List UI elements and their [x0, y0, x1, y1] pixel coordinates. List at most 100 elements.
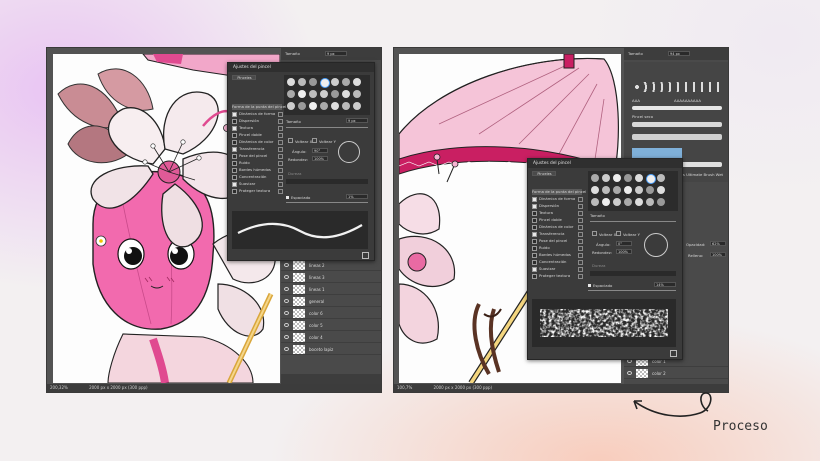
checkbox[interactable] [232, 139, 237, 145]
lock-icon[interactable] [578, 211, 583, 216]
checkbox[interactable] [532, 203, 537, 209]
option-dual-brush[interactable]: Pincel doble [532, 217, 583, 223]
layer-row[interactable]: lineas 2 [281, 260, 381, 271]
left-flip-y[interactable]: Voltear Y [312, 138, 336, 144]
option-color-dynamics[interactable]: Dinámica de color [532, 224, 583, 230]
option-brush-tip-shape[interactable]: Forma de la punta del pincel [232, 104, 286, 110]
brush-preset-pincel-seco[interactable]: Pincel seco [632, 114, 653, 119]
eye-icon[interactable] [284, 275, 289, 279]
checkbox[interactable] [232, 146, 237, 152]
option-wet-edges[interactable]: Bordes húmedos [532, 252, 583, 258]
lock-icon[interactable] [278, 126, 283, 131]
left-spacing-field[interactable]: 1% [346, 194, 368, 199]
option-transfer[interactable]: Transferencia [532, 231, 583, 237]
brush-stroke-sample-selected[interactable] [632, 148, 682, 158]
option-noise[interactable]: Ruido [532, 245, 583, 251]
layer-row[interactable]: lineas 3 [281, 272, 381, 283]
checkbox[interactable] [532, 217, 537, 223]
option-build-up[interactable]: Concentración [232, 174, 283, 180]
option-scattering[interactable]: Dispersión [532, 203, 583, 209]
checkbox[interactable] [532, 224, 537, 230]
layer-row[interactable]: general [281, 296, 381, 307]
lock-icon[interactable] [578, 274, 583, 279]
checkbox[interactable] [532, 266, 537, 272]
opacity-field[interactable]: 62% [710, 241, 726, 246]
eye-icon[interactable] [284, 323, 289, 327]
lock-icon[interactable] [278, 119, 283, 124]
layer-row[interactable]: color 5 [281, 320, 381, 331]
lock-icon[interactable] [278, 140, 283, 145]
layer-row[interactable]: color 6 [281, 308, 381, 319]
lock-icon[interactable] [278, 112, 283, 117]
layer-row[interactable]: color 4 [281, 332, 381, 343]
lock-icon[interactable] [578, 197, 583, 202]
option-transfer[interactable]: Transferencia [232, 146, 283, 152]
left-roundness-field[interactable]: 100% [312, 156, 328, 161]
option-color-dynamics[interactable]: Dinámica de color [232, 139, 283, 145]
option-scattering[interactable]: Dispersión [232, 118, 283, 124]
right-brush-tip-grid[interactable] [588, 171, 678, 211]
left-flip-x[interactable]: Voltear X [288, 138, 312, 144]
option-wet-edges[interactable]: Bordes húmedos [232, 167, 283, 173]
checkbox[interactable] [232, 125, 237, 131]
checkbox[interactable] [232, 160, 237, 166]
lock-icon[interactable] [278, 175, 283, 180]
checkbox[interactable] [532, 238, 537, 244]
layer-row[interactable]: boceto lapiz [281, 344, 381, 355]
left-angle-wheel-icon[interactable] [338, 141, 360, 163]
option-shape-dynamics[interactable]: Dinámica de forma [532, 196, 583, 202]
checkbox[interactable] [532, 196, 537, 202]
lock-icon[interactable] [578, 246, 583, 251]
fill-field[interactable]: 100% [710, 252, 726, 257]
eye-icon[interactable] [627, 371, 632, 375]
right-flip-x[interactable]: Voltear X [592, 231, 616, 237]
checkbox[interactable] [232, 174, 237, 180]
left-top-size-field[interactable]: 9 px [325, 51, 347, 56]
left-angle-field[interactable]: 90° [312, 148, 328, 153]
eye-icon[interactable] [284, 311, 289, 315]
left-size-slider[interactable] [286, 127, 368, 128]
right-hardness-slider[interactable] [590, 271, 676, 276]
layer-row[interactable]: color 2 [624, 368, 728, 379]
checkbox[interactable] [232, 132, 237, 138]
right-spacing[interactable]: Espaciado [588, 283, 612, 288]
eye-icon[interactable] [284, 299, 289, 303]
checkbox[interactable] [232, 181, 237, 187]
eye-icon[interactable] [284, 335, 289, 339]
left-hardness-slider[interactable] [286, 179, 368, 184]
right-new-brush-icon[interactable] [670, 350, 677, 357]
option-dual-brush[interactable]: Pincel doble [232, 132, 283, 138]
right-flip-y[interactable]: Voltear Y [616, 231, 640, 237]
lock-icon[interactable] [278, 182, 283, 187]
left-size-field[interactable]: 9 px [346, 118, 368, 123]
checkbox[interactable] [532, 273, 537, 279]
option-brush-pose[interactable]: Pose del pincel [532, 238, 583, 244]
lock-icon[interactable] [578, 225, 583, 230]
checkbox[interactable] [532, 231, 537, 237]
lock-icon[interactable] [278, 133, 283, 138]
option-texture[interactable]: Textura [232, 125, 283, 131]
right-angle-field[interactable]: 0° [616, 241, 632, 246]
brush-preset-aaaaaaaaaa[interactable]: AAAAAAAAAA [674, 98, 701, 103]
lock-icon[interactable] [278, 161, 283, 166]
option-smoothing[interactable]: Suavizar [532, 266, 583, 272]
checkbox[interactable] [532, 252, 537, 258]
lock-icon[interactable] [278, 189, 283, 194]
layer-row[interactable]: lineas 1 [281, 284, 381, 295]
left-new-brush-icon[interactable] [362, 252, 369, 259]
right-presets-button[interactable]: Pinceles [532, 171, 556, 176]
option-smoothing[interactable]: Suavizar [232, 181, 283, 187]
eye-icon[interactable] [284, 263, 289, 267]
option-texture[interactable]: Textura [532, 210, 583, 216]
lock-icon[interactable] [578, 267, 583, 272]
lock-icon[interactable] [578, 253, 583, 258]
option-build-up[interactable]: Concentración [532, 259, 583, 265]
lock-icon[interactable] [278, 168, 283, 173]
lock-icon[interactable] [578, 204, 583, 209]
lock-icon[interactable] [278, 147, 283, 152]
checkbox[interactable] [532, 210, 537, 216]
lock-icon[interactable] [578, 218, 583, 223]
brush-tip-row[interactable] [632, 82, 722, 92]
lock-icon[interactable] [578, 260, 583, 265]
lock-icon[interactable] [578, 232, 583, 237]
